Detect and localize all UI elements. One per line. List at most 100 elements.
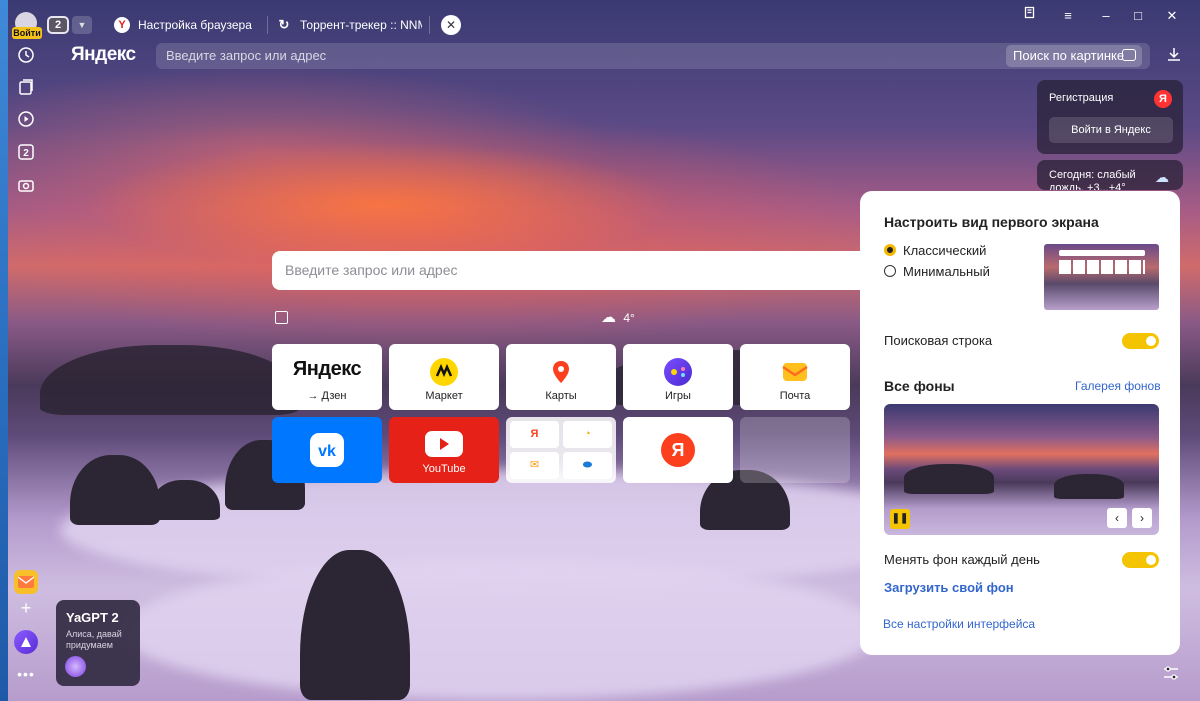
pause-icon[interactable]: ❚❚ [890,509,910,529]
weather-temp: 4° [623,311,635,325]
screenshot-icon[interactable] [16,176,36,196]
mail-app-icon[interactable] [14,570,38,594]
tile-label: Маркет [425,390,463,402]
download-icon[interactable] [1166,46,1184,64]
tabs-count-icon[interactable]: 2 [16,143,36,163]
tile-games[interactable]: Игры [623,344,733,410]
search-bar-toggle[interactable] [1122,333,1159,349]
login-yandex-button[interactable]: Войти в Яндекс [1049,117,1173,143]
alice-icon[interactable] [14,630,38,654]
collections-icon[interactable] [16,78,36,98]
yagpt-title: YaGPT 2 [66,610,119,625]
tab-separator [267,16,268,34]
prev-background-icon[interactable]: ‹ [1107,508,1127,528]
background-preview[interactable]: ❚❚ ‹ › [884,404,1159,535]
tile-label: → Дзен [307,390,347,402]
maps-pin-icon [547,358,575,386]
tile-label: YouTube [422,463,466,475]
tile-yandex[interactable]: Яндекс → Дзен [272,344,382,410]
login-badge[interactable]: Войти [12,27,42,39]
desktop-edge [0,0,8,701]
tab-label: Торрент-трекер :: NNM-Club [300,18,422,32]
mail-icon [781,358,809,386]
yandex-logo[interactable]: Яндекс [71,44,136,66]
address-placeholder: Введите запрос или адрес [166,48,327,63]
close-tab-icon[interactable]: ✕ [441,15,461,35]
tab-label: Настройка браузера [138,18,252,32]
tile-label: Игры [665,390,691,402]
preview-search-bar [1059,250,1145,256]
bookmarks-icon[interactable] [1018,6,1042,26]
newtab-search-input[interactable]: Введите запрос или адрес [272,251,872,290]
change-daily-toggle[interactable] [1122,552,1159,568]
search-placeholder: Введите запрос или адрес [285,262,458,278]
panel-title: Настроить вид первого экрана [884,214,1099,230]
loading-icon: ↻ [278,17,290,32]
folder-mail-icon: ✉ [510,452,559,479]
games-icon [664,358,692,386]
all-backgrounds-heading: Все фоны [884,378,955,394]
option-minimal-label[interactable]: Минимальный [903,264,990,279]
weather-card[interactable]: Сегодня: слабый дождь, +3...+4° ☁ [1037,160,1183,190]
add-icon[interactable]: + [16,598,36,618]
background-gallery-link[interactable]: Галерея фонов [1075,379,1161,393]
upload-background-link[interactable]: Загрузить свой фон [884,580,1014,595]
tab-browser-settings[interactable]: Y Настройка браузера [114,12,264,38]
option-classic-label[interactable]: Классический [903,243,986,258]
tile-maps[interactable]: Карты [506,344,616,410]
vk-icon: vk [310,433,344,467]
folder-browser-icon: ◔ [563,421,612,448]
yagpt-card[interactable]: YaGPT 2 Алиса, давай придумаем [56,600,140,686]
tile-market[interactable]: Маркет [389,344,499,410]
radio-classic[interactable] [884,244,896,256]
image-search-button[interactable]: Поиск по картинке [1006,45,1142,67]
tile-empty[interactable] [740,417,850,483]
yandex-round-icon: Я [661,433,695,467]
history-icon[interactable] [16,46,36,66]
title-bar: Войти 2 ▼ Y Настройка браузера ↻ Торрент… [0,0,1200,40]
weather-line-2: дождь, +3...+4° [1049,182,1126,190]
rain-cloud-icon: ☁ [601,309,616,326]
tile-youtube[interactable]: YouTube [389,417,499,483]
change-daily-label: Менять фон каждый день [884,552,1040,567]
preview-tiles [1059,260,1145,274]
tile-folder[interactable]: Я ◔ ✉ ⬬ [506,417,616,483]
customize-settings-icon[interactable] [1162,664,1180,682]
tile-mail[interactable]: Почта [740,344,850,410]
customize-panel: Настроить вид первого экрана Классически… [860,191,1180,655]
menu-icon[interactable]: ≡ [1056,6,1080,26]
registration-card: Регистрация Я Войти в Яндекс [1037,80,1183,154]
close-window-icon[interactable]: ✕ [1160,6,1184,26]
yandex-y-icon: Y [114,17,130,33]
rain-icon: ☁ [1155,169,1169,185]
layout-preview-thumbnail [1044,244,1159,310]
play-icon[interactable] [16,110,36,130]
youtube-play-icon [425,431,463,457]
weather-line-1: Сегодня: слабый [1049,169,1136,181]
minimize-icon[interactable]: – [1094,6,1118,26]
image-search-label: Поиск по картинке [1013,48,1125,63]
next-background-icon[interactable]: › [1132,508,1152,528]
more-icon[interactable]: ••• [16,664,36,684]
yandex-logo-icon: Я [1154,90,1172,108]
tab-count-button[interactable]: 2 [47,16,69,34]
tile-yandex-round[interactable]: Я [623,417,733,483]
address-bar[interactable]: Введите запрос или адрес Поиск по картин… [156,43,1150,69]
tab-torrent-tracker[interactable]: ↻ Торрент-трекер :: NNM-Club [276,12,422,38]
tab-separator [429,16,430,34]
tile-title: Яндекс [292,358,362,380]
preview-mountain [1054,474,1124,499]
maximize-icon[interactable]: □ [1126,6,1150,26]
svg-text:vk: vk [318,443,336,460]
tile-label: Карты [545,390,577,402]
radio-minimal[interactable] [884,265,896,277]
weather-widget[interactable]: ☁ 4° [601,308,635,326]
registration-title: Регистрация [1049,92,1114,104]
calendar-icon[interactable] [275,311,288,324]
camera-icon [1122,49,1136,61]
chevron-down-icon[interactable]: ▼ [72,16,92,34]
search-bar-toggle-label: Поисковая строка [884,333,993,348]
all-interface-settings-link[interactable]: Все настройки интерфейса [883,617,1035,631]
folder-disk-icon: ⬬ [563,452,612,479]
tile-vk[interactable]: vk [272,417,382,483]
